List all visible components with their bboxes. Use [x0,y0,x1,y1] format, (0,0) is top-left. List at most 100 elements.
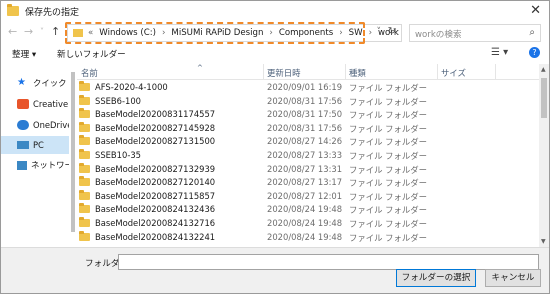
new-folder-button[interactable]: 新しいフォルダー [57,48,126,60]
table-row[interactable]: SSEB10-35 2020/08/27 13:33 ファイル フォルダー [77,149,539,162]
column-modified[interactable]: 更新日時 [267,67,301,79]
file-list-scrollbar[interactable]: ▲ ▼ [539,64,549,247]
file-type: ファイル フォルダー [349,151,428,161]
folder-icon [79,81,90,91]
sidebar-item-label: Creative Cl [33,99,69,109]
close-icon[interactable]: ✕ [530,3,541,18]
file-modified-date: 2020/08/27 12:01 [267,190,343,201]
file-name: BaseModel20200827132939 [95,163,216,174]
file-modified-date: 2020/08/27 13:31 [267,163,343,174]
table-row[interactable]: BaseModel20200827131500 2020/08/27 14:26 フ… [77,135,539,148]
sidebar-item-network[interactable]: ネットワーク [1,156,69,174]
navigation-pane: ★ クイック アク Creative Cl OneDrive - PC ネットワ… [1,64,69,247]
select-folder-button[interactable]: フォルダーの選択 [396,269,476,287]
folder-icon [79,135,90,146]
column-header: 名前 ^ 更新日時 種類 サイズ [77,64,539,80]
scrollbar-thumb[interactable] [71,72,75,232]
file-name: BaseModel20200827145928 [95,122,216,133]
star-icon: ★ [17,77,26,88]
scroll-down-icon[interactable]: ▼ [541,238,546,245]
column-divider[interactable] [437,64,438,80]
organize-button[interactable]: 整理 ▾ [12,48,36,60]
window-title: 保存先の指定 [25,7,80,18]
file-type: ファイル フォルダー [349,205,428,216]
table-row[interactable]: BaseModel20200831174557 2020/08/31 17:50 フ… [77,108,539,121]
search-icon[interactable]: ⌕ [529,27,535,38]
scroll-up-icon[interactable]: ▲ [541,66,546,73]
sidebar-item-pc[interactable]: PC [1,136,69,154]
title-bar: 保存先の指定 ✕ [1,1,549,21]
folder-name-input[interactable] [118,254,539,270]
table-row[interactable]: SSEB6-100 2020/08/31 17:56 ファイル フォルダー [77,94,539,108]
column-size[interactable]: サイズ [441,67,466,79]
file-modified-date: 2020/08/27 13:17 [267,177,343,188]
view-options-icon[interactable]: ☰ ▾ [491,47,508,58]
up-arrow-icon[interactable]: ↑ [51,25,60,38]
file-name: SSEB6-100 [95,95,142,106]
file-name: BaseModel20200827115857 [95,190,216,201]
dialog-footer: フォルダー: フォルダーの選択 キャンセル [1,247,549,293]
column-name[interactable]: 名前 [81,67,98,79]
sort-chevron-icon: ^ [197,64,203,72]
folder-icon [79,176,90,187]
pc-icon [17,141,29,149]
file-name: BaseModel20200824132436 [95,204,216,215]
column-divider[interactable] [263,64,264,80]
file-type: ファイル フォルダー [349,219,428,229]
file-modified-date: 2020/08/27 13:33 [267,150,343,160]
sidebar-item-label: OneDrive - [33,120,69,130]
recent-locations-chevron-icon[interactable]: ˅ [40,27,44,36]
table-row[interactable]: BaseModel20200824132436 2020/08/24 19:48 フ… [77,203,539,216]
table-row[interactable]: BaseModel20200827115857 2020/08/27 12:01 フ… [77,189,539,203]
file-modified-date: 2020/08/24 19:48 [267,218,343,228]
breadcrumb-separator-icon[interactable]: › [369,28,372,38]
folder-icon [79,162,90,173]
folder-icon [7,4,19,16]
file-name: BaseModel20200831174557 [95,109,216,120]
table-row[interactable]: BaseModel20200827132939 2020/08/27 13:31 フ… [77,162,539,176]
file-modified-date: 2020/08/31 17:56 [267,95,343,106]
address-history-chevron-icon[interactable]: ˅ [377,27,382,37]
file-name: SSEB10-35 [95,150,142,160]
help-icon[interactable]: ? [529,47,540,58]
folder-icon [79,121,90,132]
refresh-icon[interactable]: ↻ [388,26,396,37]
folder-icon [79,217,90,227]
sidebar-item-onedrive[interactable]: OneDrive - [1,116,69,134]
file-type: ファイル フォルダー [349,123,428,134]
sidebar-item-creative-cloud[interactable]: Creative Cl [1,95,69,113]
table-row[interactable]: BaseModel20200824132716 2020/08/24 19:48 フ… [77,217,539,230]
folder-icon [79,189,90,200]
folder-icon [79,94,90,105]
back-arrow-icon[interactable]: ← [8,25,17,38]
file-name: BaseModel20200824132716 [95,218,216,228]
navigation-bar: ← → ˅ ↑ « Windows (C:) › MiSUMi RAPiD De… [1,21,549,45]
table-row[interactable]: BaseModel20200827120140 2020/08/27 13:17 フ… [77,176,539,189]
file-type: ファイル フォルダー [349,164,428,175]
column-type[interactable]: 種類 [349,67,366,79]
file-modified-date: 2020/08/27 14:26 [267,136,343,147]
column-divider[interactable] [495,64,496,80]
navigation-pane-scrollbar[interactable] [69,64,77,247]
sidebar-item-quick-access[interactable]: ★ クイック アク [1,74,69,92]
file-name: BaseModel20200827120140 [95,177,216,188]
search-box[interactable]: workの検索 ⌕ [409,24,541,42]
network-icon [17,160,27,170]
table-row[interactable]: BaseModel20200827145928 2020/08/31 17:56 フ… [77,121,539,135]
folder-icon [79,203,90,214]
file-type: ファイル フォルダー [349,83,428,93]
folder-icon [79,149,90,159]
scrollbar-thumb[interactable] [541,78,547,118]
forward-arrow-icon[interactable]: → [24,25,33,38]
file-name: BaseModel20200824132241 [95,231,216,242]
cloud-icon [17,120,29,130]
cancel-button[interactable]: キャンセル [485,269,541,287]
column-divider[interactable] [345,64,346,80]
file-name: BaseModel20200827131500 [95,136,216,147]
table-row[interactable]: BaseModel20200824132241 2020/08/24 19:48 フ… [77,230,539,244]
file-modified-date: 2020/09/01 16:19 [267,82,343,92]
folder-icon [79,230,90,241]
table-row[interactable]: AFS-2020-4-1000 2020/09/01 16:19 ファイル フォルダ… [77,81,539,94]
sidebar-item-label: ネットワーク [31,160,69,170]
sidebar-item-label: PC [33,140,44,150]
